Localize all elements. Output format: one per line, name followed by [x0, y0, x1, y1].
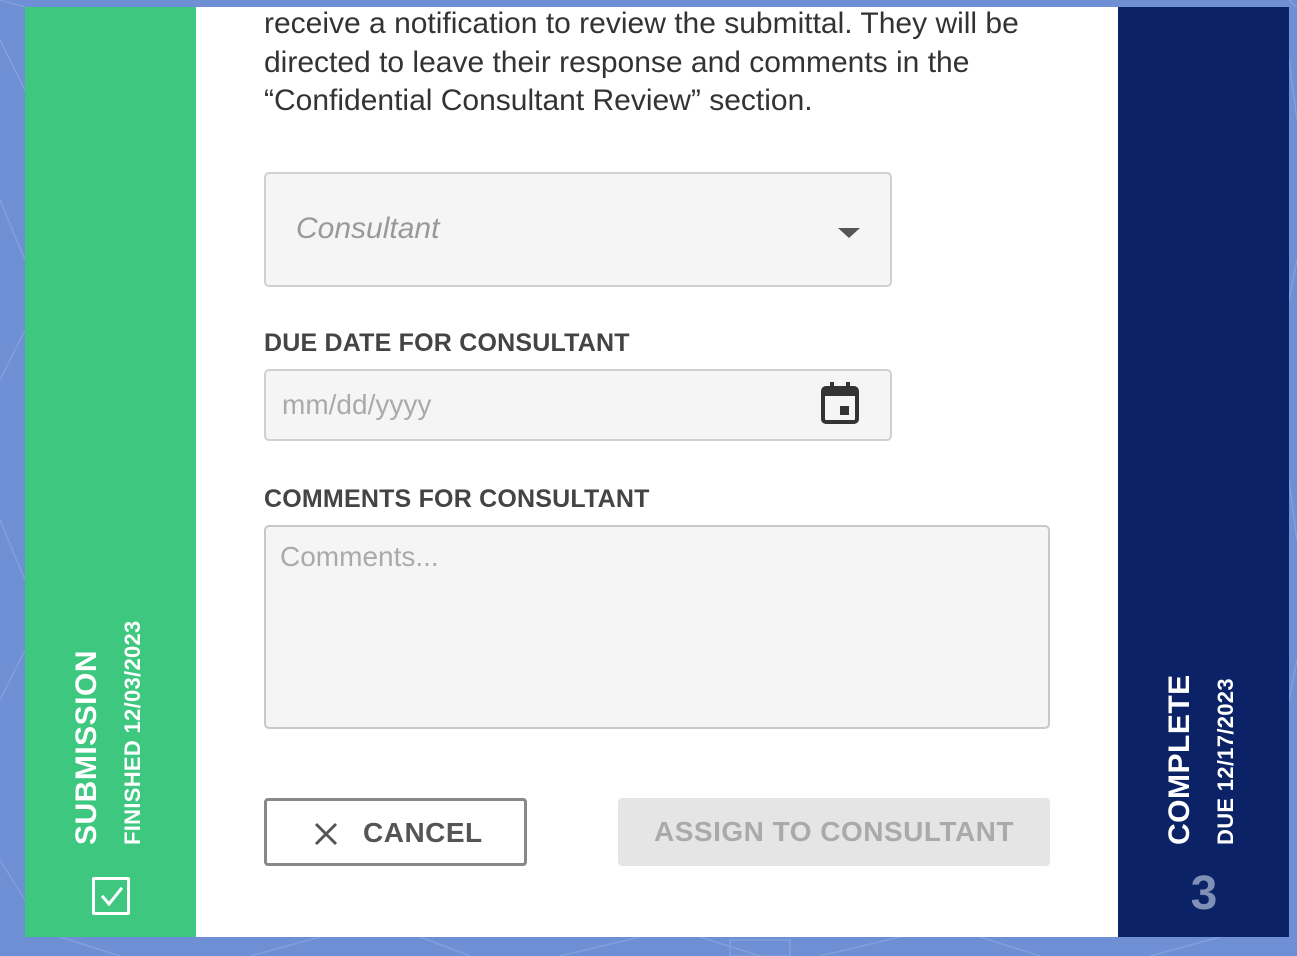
due-date-label: DUE DATE FOR CONSULTANT	[264, 329, 630, 357]
step-complete-title: COMPLETE	[1163, 674, 1196, 845]
step-submission-date: FINISHED 12/03/2023	[120, 620, 145, 845]
calendar-icon[interactable]	[818, 381, 862, 427]
due-date-input[interactable]	[264, 369, 892, 441]
step-submission-panel	[25, 7, 196, 937]
step-submission-title: SUBMISSION	[70, 649, 103, 845]
chevron-down-icon	[838, 228, 860, 238]
consultant-select-placeholder: Consultant	[296, 212, 440, 245]
checkbox-checked-icon	[92, 877, 130, 915]
step-complete-panel	[1118, 7, 1289, 937]
step-complete-due-date: DUE 12/17/2023	[1213, 678, 1238, 845]
assign-to-consultant-button[interactable]: ASSIGN TO CONSULTANT	[618, 798, 1050, 866]
step-number: 3	[1190, 867, 1218, 920]
comments-label: COMMENTS FOR CONSULTANT	[264, 485, 650, 513]
intro-paragraph: receive a notification to review the sub…	[264, 7, 1019, 117]
comments-textarea[interactable]	[264, 525, 1050, 729]
cancel-button-label: CANCEL	[363, 817, 483, 848]
close-icon	[314, 822, 338, 846]
consultant-select[interactable]: Consultant	[264, 172, 892, 287]
cancel-button[interactable]: CANCEL	[264, 798, 527, 866]
